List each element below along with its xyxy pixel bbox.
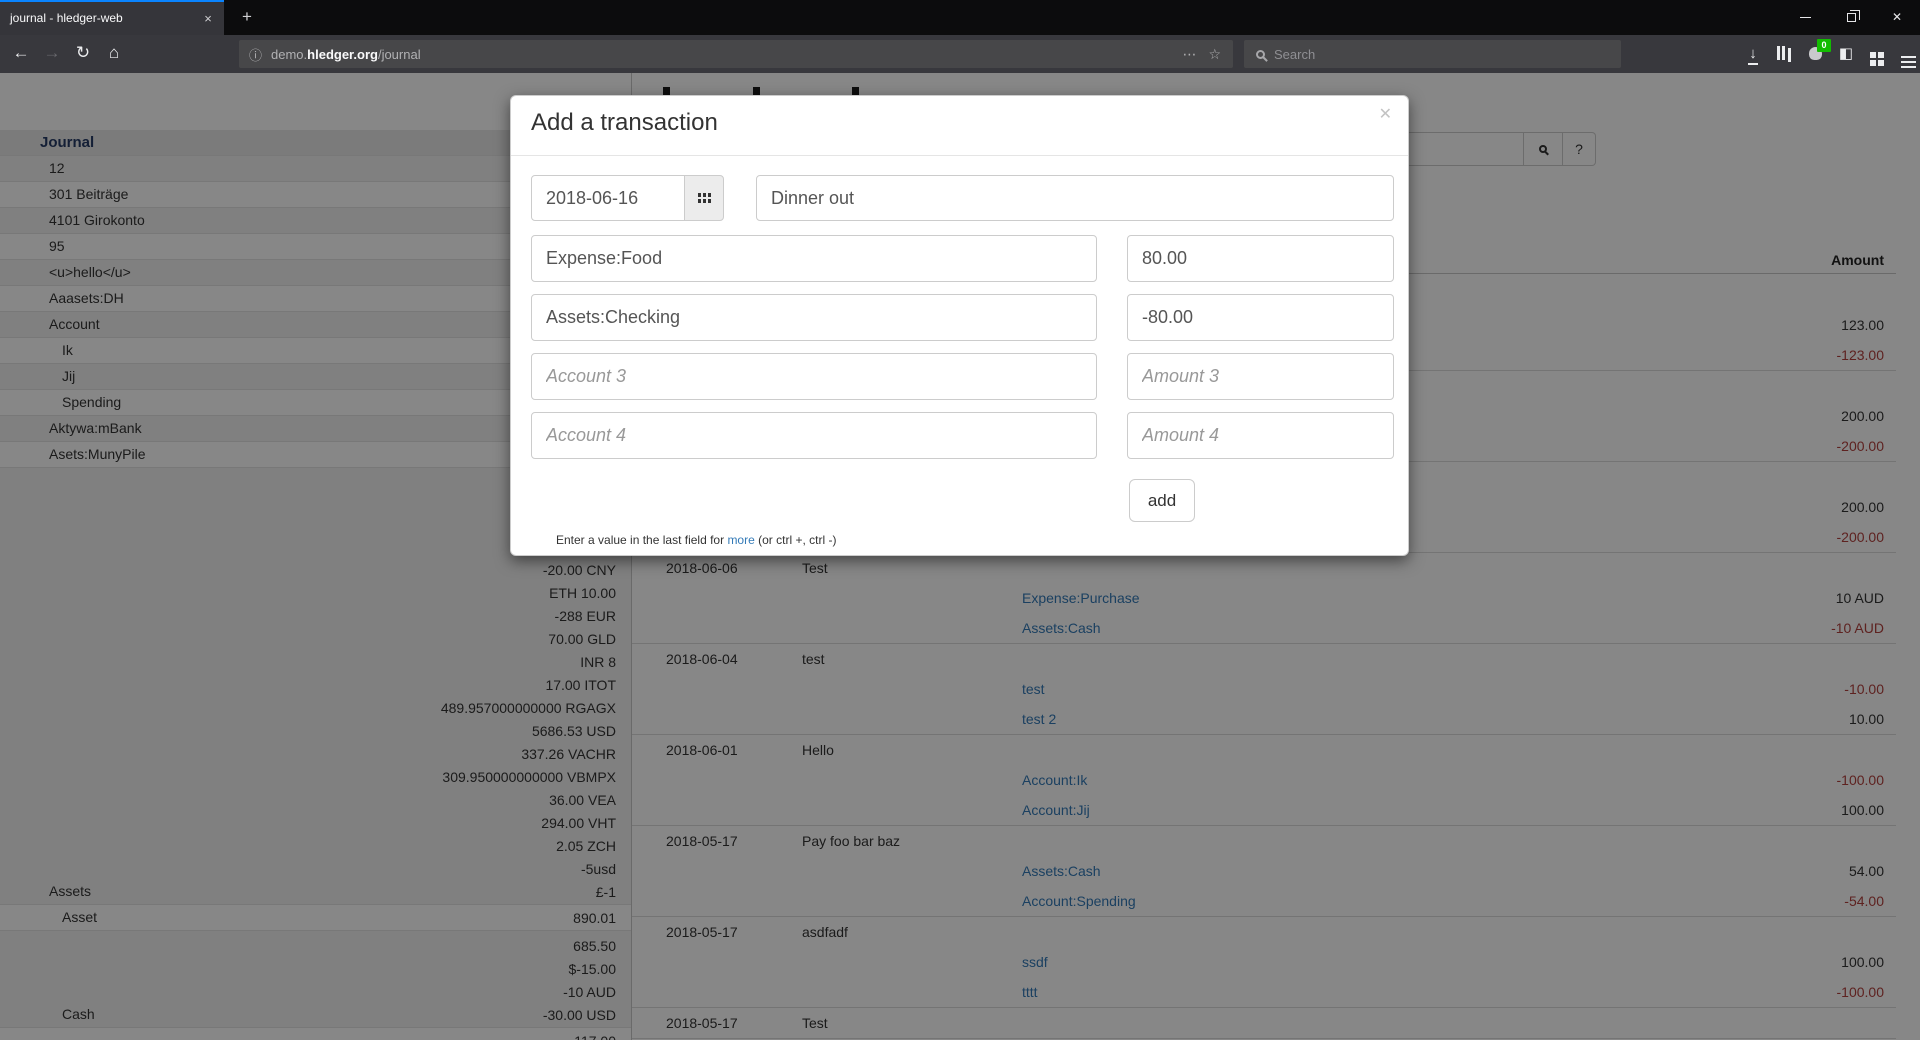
add-transaction-modal: Add a transaction ✕ add Enter a value in… — [510, 95, 1409, 556]
extension-icon[interactable]: 0 — [1800, 35, 1830, 73]
calendar-icon — [698, 193, 701, 197]
reload-icon[interactable]: ↻ — [68, 35, 98, 73]
site-info-icon[interactable]: ⓘ — [249, 45, 262, 64]
tab-close-icon[interactable]: × — [199, 10, 217, 28]
account-3-field[interactable] — [531, 353, 1097, 400]
modal-close-icon[interactable]: ✕ — [1379, 104, 1392, 124]
browser-search-input[interactable] — [1274, 47, 1621, 62]
tab-title: journal - hledger-web — [10, 2, 123, 35]
restore-icon — [1847, 13, 1856, 22]
add-button[interactable]: add — [1129, 479, 1195, 522]
minimize-icon — [1800, 17, 1811, 18]
window-minimize-button[interactable] — [1782, 0, 1828, 35]
new-tab-button[interactable]: + — [232, 0, 262, 35]
date-field[interactable] — [531, 175, 685, 221]
browser-toolbar: ← → ↻ ⌂ ⓘ demo.hledger.org/journal ⋯ ☆ ↓… — [0, 35, 1920, 73]
more-link[interactable]: more — [727, 533, 754, 547]
library-icon[interactable] — [1769, 35, 1799, 73]
page-actions-icon[interactable]: ⋯ — [1182, 46, 1196, 63]
amount-3-field[interactable] — [1127, 353, 1394, 400]
activity-grid-icon[interactable] — [1862, 35, 1892, 73]
url-text: demo.hledger.org/journal — [271, 47, 421, 62]
back-icon[interactable]: ← — [6, 35, 36, 73]
amount-2-field[interactable] — [1127, 294, 1394, 341]
account-1-field[interactable] — [531, 235, 1097, 282]
amount-4-field[interactable] — [1127, 412, 1394, 459]
home-icon[interactable]: ⌂ — [99, 35, 129, 73]
menu-hamburger-icon[interactable] — [1893, 35, 1920, 73]
browser-tab[interactable]: journal - hledger-web × — [0, 0, 224, 35]
modal-help-text: Enter a value in the last field for more… — [556, 533, 836, 547]
calendar-button[interactable] — [684, 175, 724, 221]
forward-icon[interactable]: → — [37, 35, 67, 73]
browser-window: journal - hledger-web × + ✕ ← → ↻ ⌂ ⓘ de… — [0, 0, 1920, 1040]
extension-badge: 0 — [1817, 39, 1831, 52]
search-icon — [1256, 50, 1265, 59]
page-viewport: Journal12301 Beiträge4101 Girokonto95<u>… — [0, 73, 1920, 1040]
bookmark-star-icon[interactable]: ☆ — [1208, 46, 1221, 63]
description-field[interactable] — [756, 175, 1394, 221]
browser-search-bar[interactable] — [1244, 40, 1621, 68]
sidebar-toggle-icon[interactable]: ◧ — [1831, 35, 1861, 73]
account-2-field[interactable] — [531, 294, 1097, 341]
account-4-field[interactable] — [531, 412, 1097, 459]
window-close-button[interactable]: ✕ — [1874, 0, 1920, 35]
window-restore-button[interactable] — [1828, 0, 1874, 35]
url-bar[interactable]: ⓘ demo.hledger.org/journal ⋯ ☆ — [239, 40, 1233, 68]
downloads-icon[interactable]: ↓ — [1738, 35, 1768, 73]
modal-title: Add a transaction — [531, 109, 718, 137]
browser-titlebar: journal - hledger-web × + ✕ — [0, 0, 1920, 35]
modal-header: Add a transaction ✕ — [511, 96, 1408, 156]
amount-1-field[interactable] — [1127, 235, 1394, 282]
